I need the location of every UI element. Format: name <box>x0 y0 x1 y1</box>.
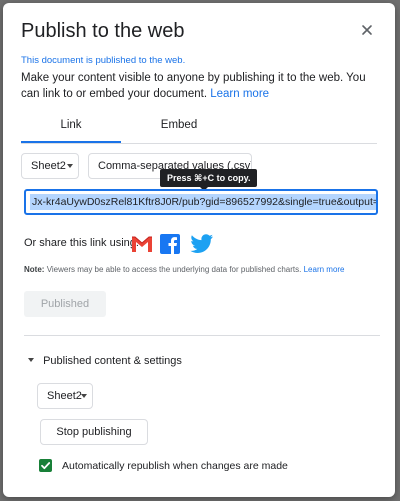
learn-more-link[interactable]: Learn more <box>210 88 269 100</box>
note-learn-more-link[interactable]: Learn more <box>304 265 345 274</box>
tab-bar: Link Embed <box>21 119 377 144</box>
tab-link[interactable]: Link <box>21 119 121 143</box>
auto-republish-label: Automatically republish when changes are… <box>62 460 288 472</box>
published-url-input[interactable]: Jx-kr4aUywD0szRel81Kftr8J0R/pub?gid=8965… <box>24 189 378 215</box>
chevron-down-icon <box>67 164 73 168</box>
chevron-down-icon <box>81 394 87 398</box>
note-prefix: Note: <box>24 265 45 274</box>
publish-dialog: Publish to the web This document is publ… <box>3 3 395 497</box>
settings-sheet-select[interactable]: Sheet2 <box>37 383 93 409</box>
published-status-message: This document is published to the web. <box>21 55 186 66</box>
tab-embed[interactable]: Embed <box>129 119 229 141</box>
published-url-text: Jx-kr4aUywD0szRel81Kftr8J0R/pub?gid=8965… <box>30 194 376 210</box>
chevron-down-icon <box>28 358 34 362</box>
section-divider <box>24 335 380 336</box>
dialog-description: Make your content visible to anyone by p… <box>21 70 377 102</box>
auto-republish-checkbox[interactable] <box>39 459 52 472</box>
sheet-select[interactable]: Sheet2 <box>21 153 79 179</box>
viewer-note: Note: Viewers may be able to access the … <box>24 265 345 274</box>
twitter-icon[interactable] <box>189 233 213 255</box>
published-settings-label: Published content & settings <box>43 355 182 367</box>
copy-tooltip: Press ⌘+C to copy. <box>160 169 258 187</box>
published-settings-toggle[interactable]: Published content & settings <box>28 355 182 367</box>
gmail-icon[interactable] <box>130 233 154 255</box>
sheet-select-value: Sheet2 <box>31 160 66 172</box>
close-icon[interactable] <box>357 20 377 40</box>
description-text: Make your content visible to anyone by p… <box>21 72 366 100</box>
share-label: Or share this link using: <box>24 237 139 249</box>
dialog-title: Publish to the web <box>21 20 185 42</box>
note-text: Viewers may be able to access the underl… <box>46 265 302 274</box>
published-button: Published <box>24 291 106 317</box>
stop-publishing-button[interactable]: Stop publishing <box>40 419 148 445</box>
facebook-icon[interactable] <box>159 233 183 255</box>
settings-sheet-select-value: Sheet2 <box>47 390 82 402</box>
